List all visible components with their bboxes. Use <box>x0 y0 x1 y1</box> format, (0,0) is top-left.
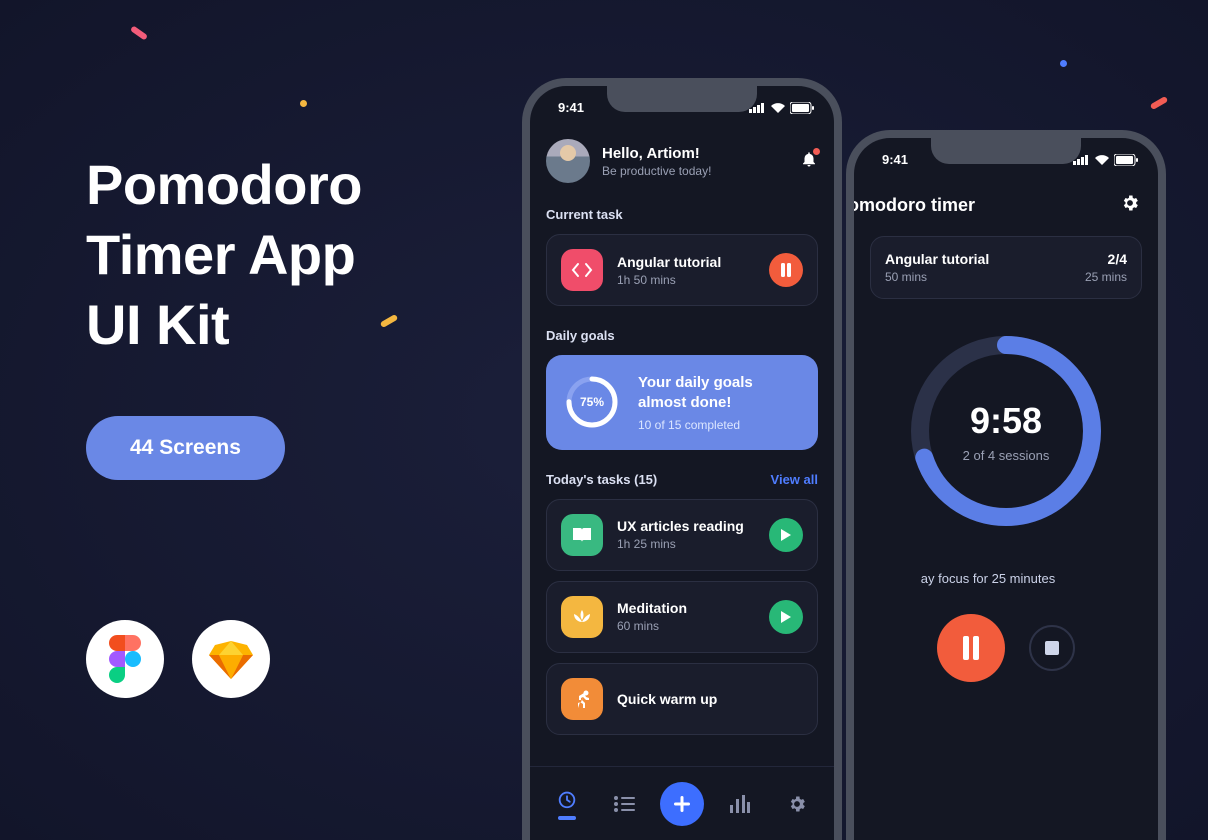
workout-icon <box>561 678 603 720</box>
task-subtitle: 1h 50 mins <box>617 273 721 287</box>
task-title: Meditation <box>617 600 687 616</box>
daily-goals-card[interactable]: 75% Your daily goals almost done! 10 of … <box>546 355 818 450</box>
notification-dot <box>813 148 820 155</box>
task-progress: 2/4 <box>1085 251 1127 267</box>
section-daily-goals: Daily goals <box>546 328 818 343</box>
current-task-card[interactable]: Angular tutorial 50 mins 2/4 25 mins <box>870 236 1142 299</box>
hero-title: Pomodoro Timer App UI Kit <box>86 150 506 360</box>
nav-stats[interactable] <box>718 795 762 813</box>
play-button[interactable] <box>769 600 803 634</box>
pause-button[interactable] <box>769 253 803 287</box>
timer-sessions: 2 of 4 sessions <box>963 448 1050 463</box>
task-title: Quick warm up <box>617 691 717 707</box>
hero-title-line: Timer App <box>86 220 506 290</box>
task-subtitle: 1h 25 mins <box>617 537 744 551</box>
status-icons <box>749 102 814 114</box>
confetti-dot <box>130 25 148 40</box>
task-title: UX articles reading <box>617 518 744 534</box>
lotus-icon <box>561 596 603 638</box>
phone-timer-screen: 9:41 Pomodoro timer Angular tutorial 50 … <box>846 130 1166 840</box>
section-current-task: Current task <box>546 207 818 222</box>
hero-title-line: Pomodoro <box>86 150 506 220</box>
goals-title: Your daily goals almost done! <box>638 373 753 414</box>
task-title: Angular tutorial <box>885 251 989 267</box>
phone-home-screen: 9:41 Hello, Artiom! Be productive today!… <box>522 78 842 840</box>
phone-notch <box>607 86 757 112</box>
sketch-icon[interactable] <box>192 620 270 698</box>
bottom-nav <box>530 766 834 840</box>
progress-ring: 75% <box>564 374 620 430</box>
timer-dial: 9:58 2 of 4 sessions <box>906 331 1106 531</box>
task-subtitle: 50 mins <box>885 270 989 284</box>
greeting-sub: Be productive today! <box>602 164 711 178</box>
screens-pill[interactable]: 44 Screens <box>86 416 285 480</box>
code-icon <box>561 249 603 291</box>
progress-percent: 75% <box>564 374 620 430</box>
avatar[interactable] <box>546 139 590 183</box>
notifications-button[interactable] <box>800 150 818 173</box>
play-button[interactable] <box>769 518 803 552</box>
timer-display: 9:58 <box>970 400 1042 442</box>
view-all-link[interactable]: View all <box>771 472 818 487</box>
nav-add[interactable] <box>660 782 704 826</box>
focus-caption: ay focus for 25 minutes <box>921 571 1055 586</box>
page-title: Pomodoro timer <box>846 195 1110 216</box>
nav-settings[interactable] <box>775 794 819 814</box>
pause-button[interactable] <box>937 614 1005 682</box>
confetti-dot <box>1150 96 1169 110</box>
current-task-card[interactable]: Angular tutorial 1h 50 mins <box>546 234 818 306</box>
gear-icon[interactable] <box>1120 193 1140 218</box>
nav-tasks[interactable] <box>602 795 646 813</box>
goals-sub: 10 of 15 completed <box>638 418 753 432</box>
task-card[interactable]: UX articles reading 1h 25 mins <box>546 499 818 571</box>
confetti-dot <box>300 100 307 107</box>
status-icons <box>1073 154 1138 166</box>
greeting: Hello, Artiom! <box>602 145 711 162</box>
task-card[interactable]: Quick warm up <box>546 663 818 735</box>
nav-timer[interactable] <box>545 788 589 820</box>
status-time: 9:41 <box>558 100 584 115</box>
phone-notch <box>931 138 1081 164</box>
task-card[interactable]: Meditation 60 mins <box>546 581 818 653</box>
section-today-tasks: Today's tasks (15) <box>546 472 657 487</box>
status-time: 9:41 <box>882 152 908 167</box>
hero-title-line: UI Kit <box>86 290 506 360</box>
figma-icon[interactable] <box>86 620 164 698</box>
task-title: Angular tutorial <box>617 254 721 270</box>
confetti-dot <box>1060 60 1067 67</box>
stop-button[interactable] <box>1029 625 1075 671</box>
task-interval: 25 mins <box>1085 270 1127 284</box>
task-subtitle: 60 mins <box>617 619 687 633</box>
book-icon <box>561 514 603 556</box>
